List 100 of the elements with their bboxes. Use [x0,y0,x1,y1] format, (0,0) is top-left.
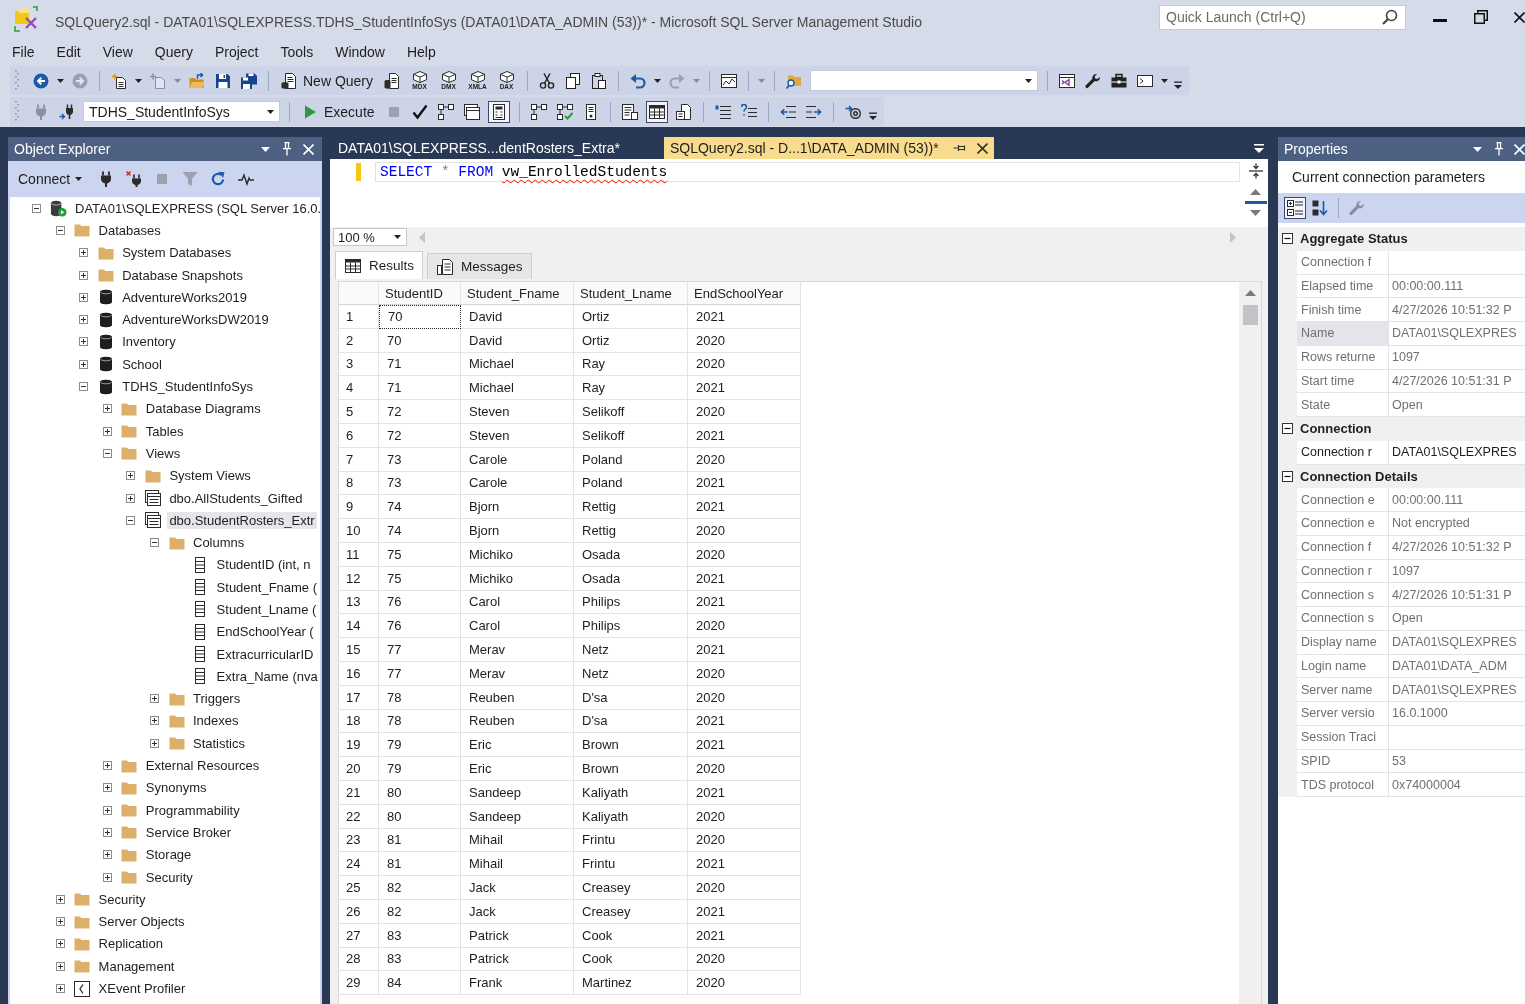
tree-item[interactable]: Student_Fname ( [214,578,320,596]
property-name[interactable]: Connection f [1297,535,1389,560]
caret-icon[interactable] [654,78,662,83]
tree-item[interactable]: TDHS_StudentInfoSys [120,378,255,395]
menu-item[interactable]: Window [324,43,396,60]
minus-box-icon[interactable] [1282,233,1293,245]
tree-item[interactable]: dbo.StudentRosters_Extr [167,511,317,529]
toolbox-icon[interactable] [1111,72,1128,89]
question-lines-icon[interactable] [740,103,757,120]
menu-item[interactable]: View [91,43,144,60]
restore-icon[interactable] [1474,10,1488,24]
toolbar-overflow-icon[interactable] [868,112,877,120]
toolbar-overflow-icon[interactable] [1174,81,1183,89]
scrollbar-thumb[interactable] [1242,305,1258,325]
row-number[interactable]: 15 [339,638,379,662]
plus-box-icon[interactable] [55,894,65,904]
document-tab[interactable]: SQLQuery2.sql - D...1\DATA_ADMIN (53))* [663,137,994,159]
save-icon[interactable] [215,72,231,89]
tree-item[interactable]: Statistics [191,734,247,752]
plus-box-icon[interactable] [150,694,159,704]
menu-item[interactable]: Tools [269,43,325,60]
database-select[interactable]: TDHS_StudentInfoSys [83,101,280,122]
plus-box-icon[interactable] [102,404,112,414]
plus-box-icon[interactable] [150,738,159,748]
tree-item[interactable]: Security [96,890,148,908]
caret-icon[interactable] [1161,78,1169,83]
caret-down-icon[interactable] [1473,146,1482,152]
clipboard-icon[interactable] [591,72,608,89]
pin-icon[interactable] [1494,142,1504,156]
property-name[interactable]: Server name [1297,678,1389,702]
plus-box-icon[interactable] [102,850,112,860]
property-name[interactable]: Elapsed time [1297,274,1389,299]
scissors-icon[interactable] [539,72,556,89]
split-icon[interactable] [1248,163,1263,179]
execute-button[interactable]: Execute [298,101,379,122]
outdent-icon[interactable] [779,103,796,120]
grip-handle-icon[interactable] [15,70,19,91]
new-query-button[interactable]: New Query [277,70,378,91]
window-stack-icon[interactable] [463,103,480,120]
sort-down-icon[interactable] [1312,200,1328,216]
tree-item[interactable]: Storage [143,846,194,864]
plus-box-icon[interactable] [79,337,89,347]
menu-item[interactable]: Edit [45,43,92,60]
plus-box-icon[interactable] [79,292,89,302]
property-name[interactable]: Start time [1297,369,1389,394]
property-name[interactable]: Connection e [1297,512,1389,536]
tree-item[interactable]: Inventory [120,333,178,351]
row-number[interactable]: 11 [339,542,379,567]
row-number[interactable]: 25 [339,876,379,900]
grid-icon[interactable] [645,100,668,123]
tree-item[interactable]: AdventureWorks2019 [120,288,249,306]
tree-item[interactable]: External Resources [143,757,262,775]
caret-icon[interactable] [135,78,142,83]
tree-item[interactable]: EndSchoolYear ( [214,623,316,641]
plus-box-icon[interactable] [55,939,65,949]
property-name[interactable]: SPID [1297,749,1389,774]
row-number[interactable]: 29 [339,971,379,996]
column-header[interactable]: StudentID [379,282,461,305]
row-number[interactable]: 8 [339,471,379,496]
property-name[interactable]: Connection r [1297,440,1389,465]
document-sparkle-icon[interactable] [111,72,127,89]
tree-item[interactable]: Views [143,444,183,462]
text-lines-icon[interactable] [714,103,731,120]
diagram-icon[interactable] [530,103,547,120]
row-number[interactable]: 12 [339,566,379,591]
menu-item[interactable]: File [1,43,46,60]
plus-box-icon[interactable] [79,315,89,325]
undo-icon[interactable] [630,72,647,89]
connect-dropdown-button[interactable]: Connect [14,171,87,187]
tree-item[interactable]: Columns [191,534,247,552]
minimize-icon[interactable] [1433,18,1447,22]
tree-item[interactable]: Replication [96,935,165,953]
calculator-icon[interactable] [487,100,510,123]
refresh-icon[interactable] [210,171,227,187]
minus-box-icon[interactable] [1282,423,1293,435]
tree-item[interactable]: dbo.AllStudents_Gifted [167,489,305,507]
minus-box-icon[interactable] [1282,470,1293,482]
column-header[interactable]: EndSchoolYear [688,282,801,305]
row-number[interactable]: 5 [339,400,379,424]
tree-item[interactable]: Server Objects [96,913,187,931]
row-number[interactable]: 27 [339,923,379,948]
database-document-icon[interactable] [384,72,401,89]
minus-box-icon[interactable] [32,203,41,213]
close-icon[interactable] [976,142,988,154]
row-number[interactable]: 26 [339,899,379,924]
caret-icon[interactable] [57,78,64,83]
tree-item[interactable]: Security [143,868,195,886]
window-logo-icon[interactable] [1059,72,1076,89]
close-icon[interactable] [1514,11,1525,23]
plus-box-icon[interactable] [102,827,112,837]
property-name[interactable]: Display name [1297,630,1389,655]
tree-item[interactable]: Programmability [143,801,242,819]
row-number[interactable]: 28 [339,947,379,972]
row-number[interactable]: 22 [339,804,379,829]
tree-item[interactable]: StudentID (int, n [214,556,313,574]
row-number[interactable]: 21 [339,780,379,805]
row-number[interactable]: 4 [339,376,379,401]
tree-item[interactable]: Databases [96,221,163,239]
checkmark-icon[interactable] [411,103,428,120]
tree-item[interactable]: Extra_Name (nva [214,667,320,685]
